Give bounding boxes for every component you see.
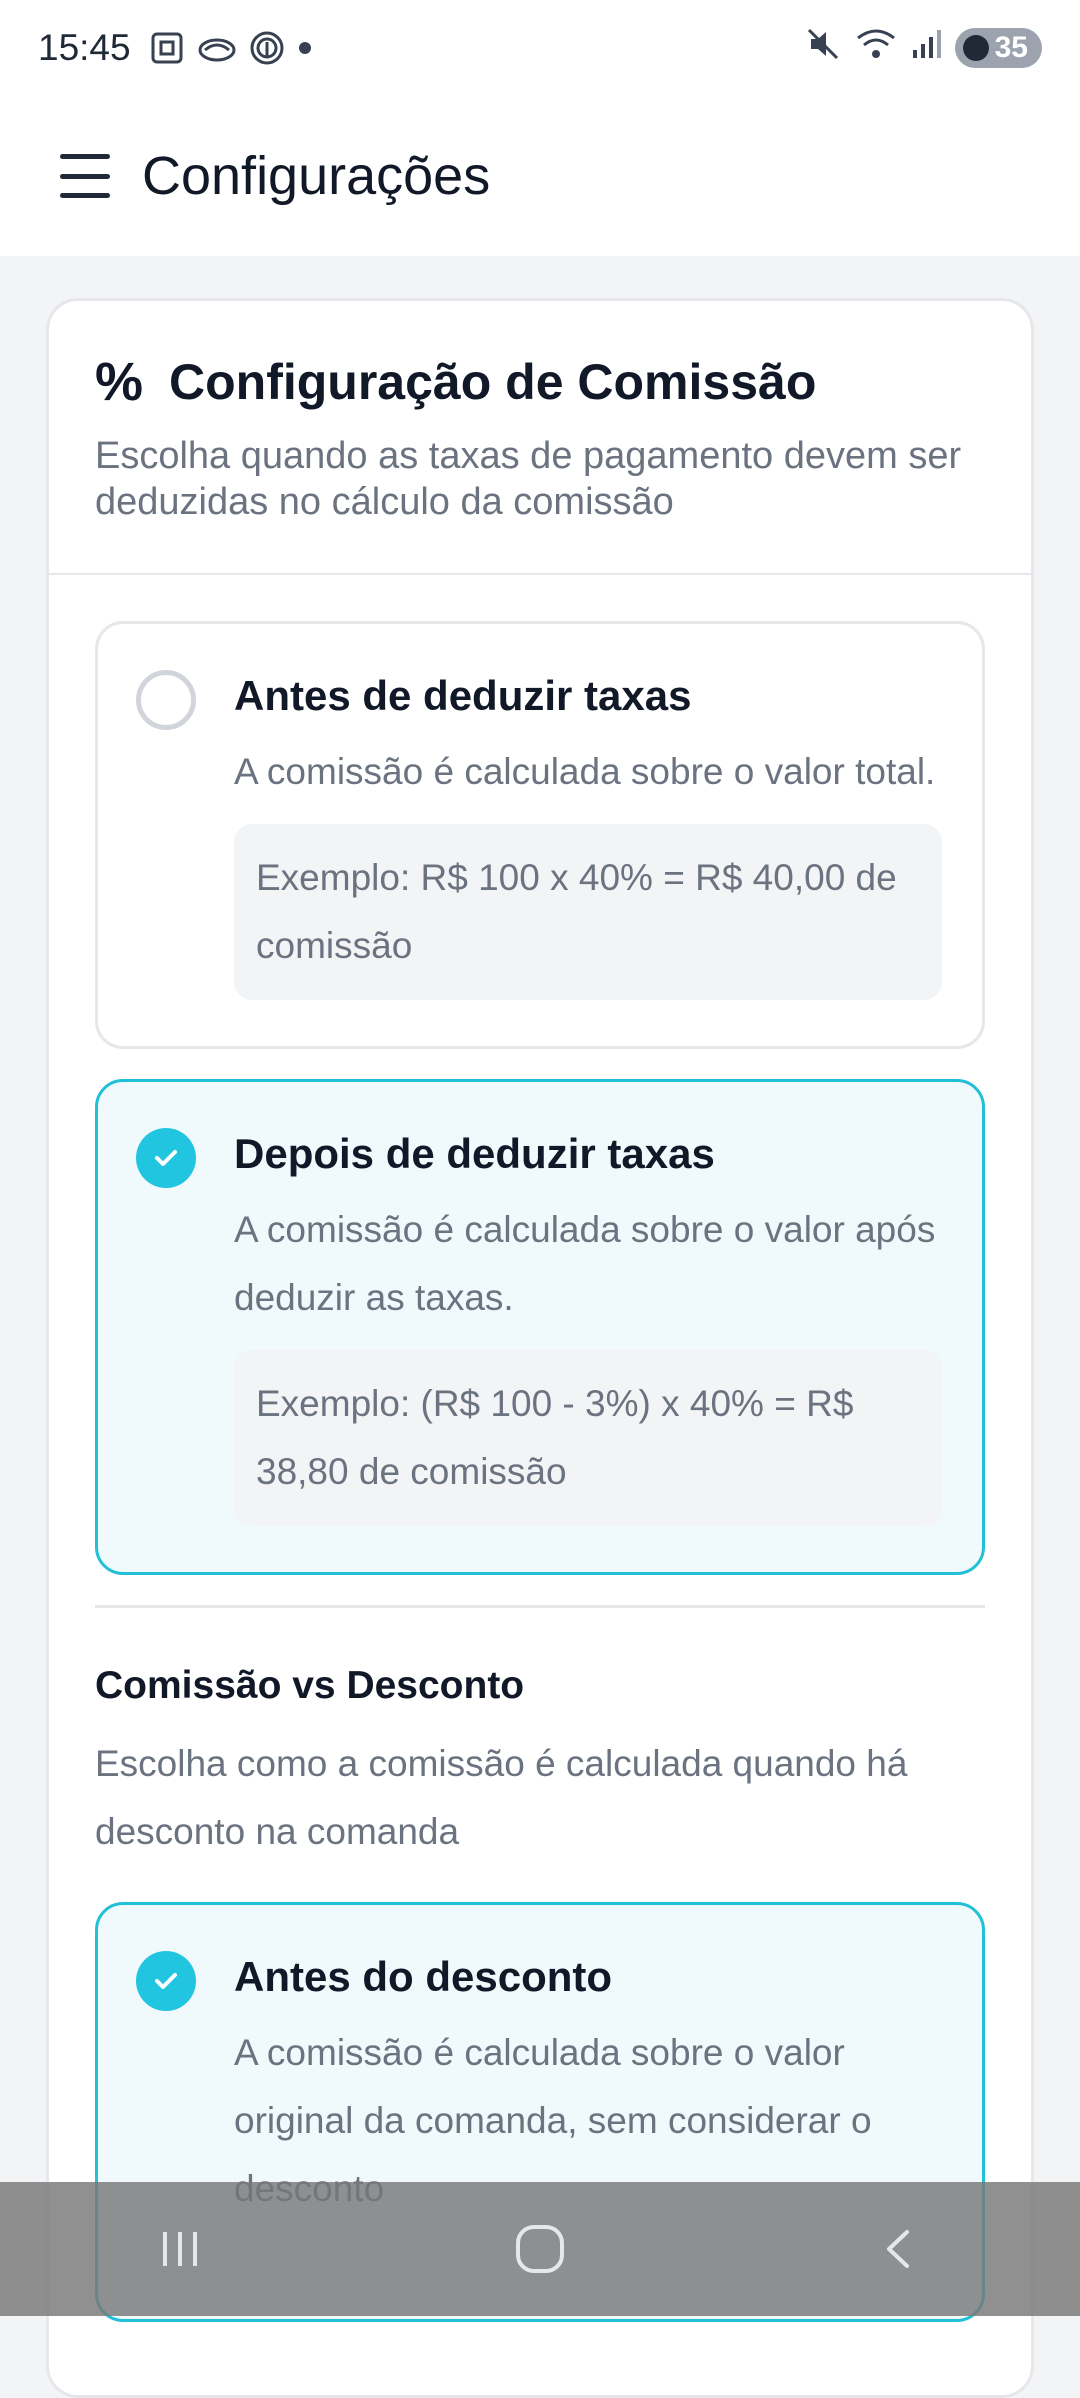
option-description: A comissão é calculada sobre o valor apó… — [234, 1209, 936, 1318]
signal-icon — [911, 27, 941, 69]
status-time: 15:45 — [38, 27, 131, 68]
section-divider — [95, 1605, 985, 1608]
mute-icon — [805, 26, 841, 71]
home-button[interactable] — [480, 2199, 600, 2299]
leaf-icon — [962, 35, 989, 61]
commission-settings-card: % Configuração de Comissão Escolha quand… — [46, 298, 1034, 2398]
home-icon — [516, 2225, 564, 2273]
option-title: Antes do desconto — [234, 1953, 613, 2000]
recents-icon — [163, 2232, 197, 2266]
percent-icon: % — [95, 352, 144, 412]
radio-checked-icon[interactable] — [136, 1128, 196, 1188]
screenshot-icon — [149, 30, 185, 66]
fingerprint-icon — [249, 30, 285, 66]
card-subtitle: Escolha quando as taxas de pagamento dev… — [95, 435, 962, 523]
option-title: Antes de deduzir taxas — [234, 672, 692, 719]
battery-level: 35 — [994, 31, 1028, 64]
option-before-fees[interactable]: Antes de deduzir taxas A comissão é calc… — [95, 621, 985, 1049]
status-bar: 15:45 35 — [0, 0, 1080, 96]
option-title: Depois de deduzir taxas — [234, 1130, 715, 1177]
system-nav-bar — [0, 2182, 1080, 2316]
wifi-icon — [855, 26, 897, 71]
app-bar: Configurações — [0, 96, 1080, 256]
back-icon — [887, 2230, 909, 2268]
cloud-icon — [197, 30, 237, 66]
option-after-fees[interactable]: Depois de deduzir taxas A comissão é cal… — [95, 1079, 985, 1575]
discount-section-title: Comissão vs Desconto — [95, 1664, 525, 1707]
back-button[interactable] — [840, 2199, 960, 2299]
card-header: % Configuração de Comissão Escolha quand… — [49, 301, 1031, 575]
option-description: A comissão é calculada sobre o valor tot… — [234, 751, 936, 792]
option-example: Exemplo: (R$ 100 - 3%) x 40% = R$ 38,80 … — [234, 1350, 942, 1526]
dot-icon — [297, 40, 313, 56]
menu-icon[interactable] — [60, 154, 110, 198]
discount-section-description: Escolha como a comissão é calculada quan… — [95, 1743, 908, 1852]
card-title: Configuração de Comissão — [169, 354, 817, 410]
option-example: Exemplo: R$ 100 x 40% = R$ 40,00 de comi… — [234, 824, 942, 1000]
radio-checked-icon[interactable] — [136, 1951, 196, 2011]
radio-unchecked-icon[interactable] — [136, 670, 196, 730]
recents-button[interactable] — [120, 2199, 240, 2299]
page-title: Configurações — [142, 146, 491, 206]
battery-indicator: 35 — [954, 28, 1042, 68]
card-body: Antes de deduzir taxas A comissão é calc… — [49, 575, 1031, 2322]
